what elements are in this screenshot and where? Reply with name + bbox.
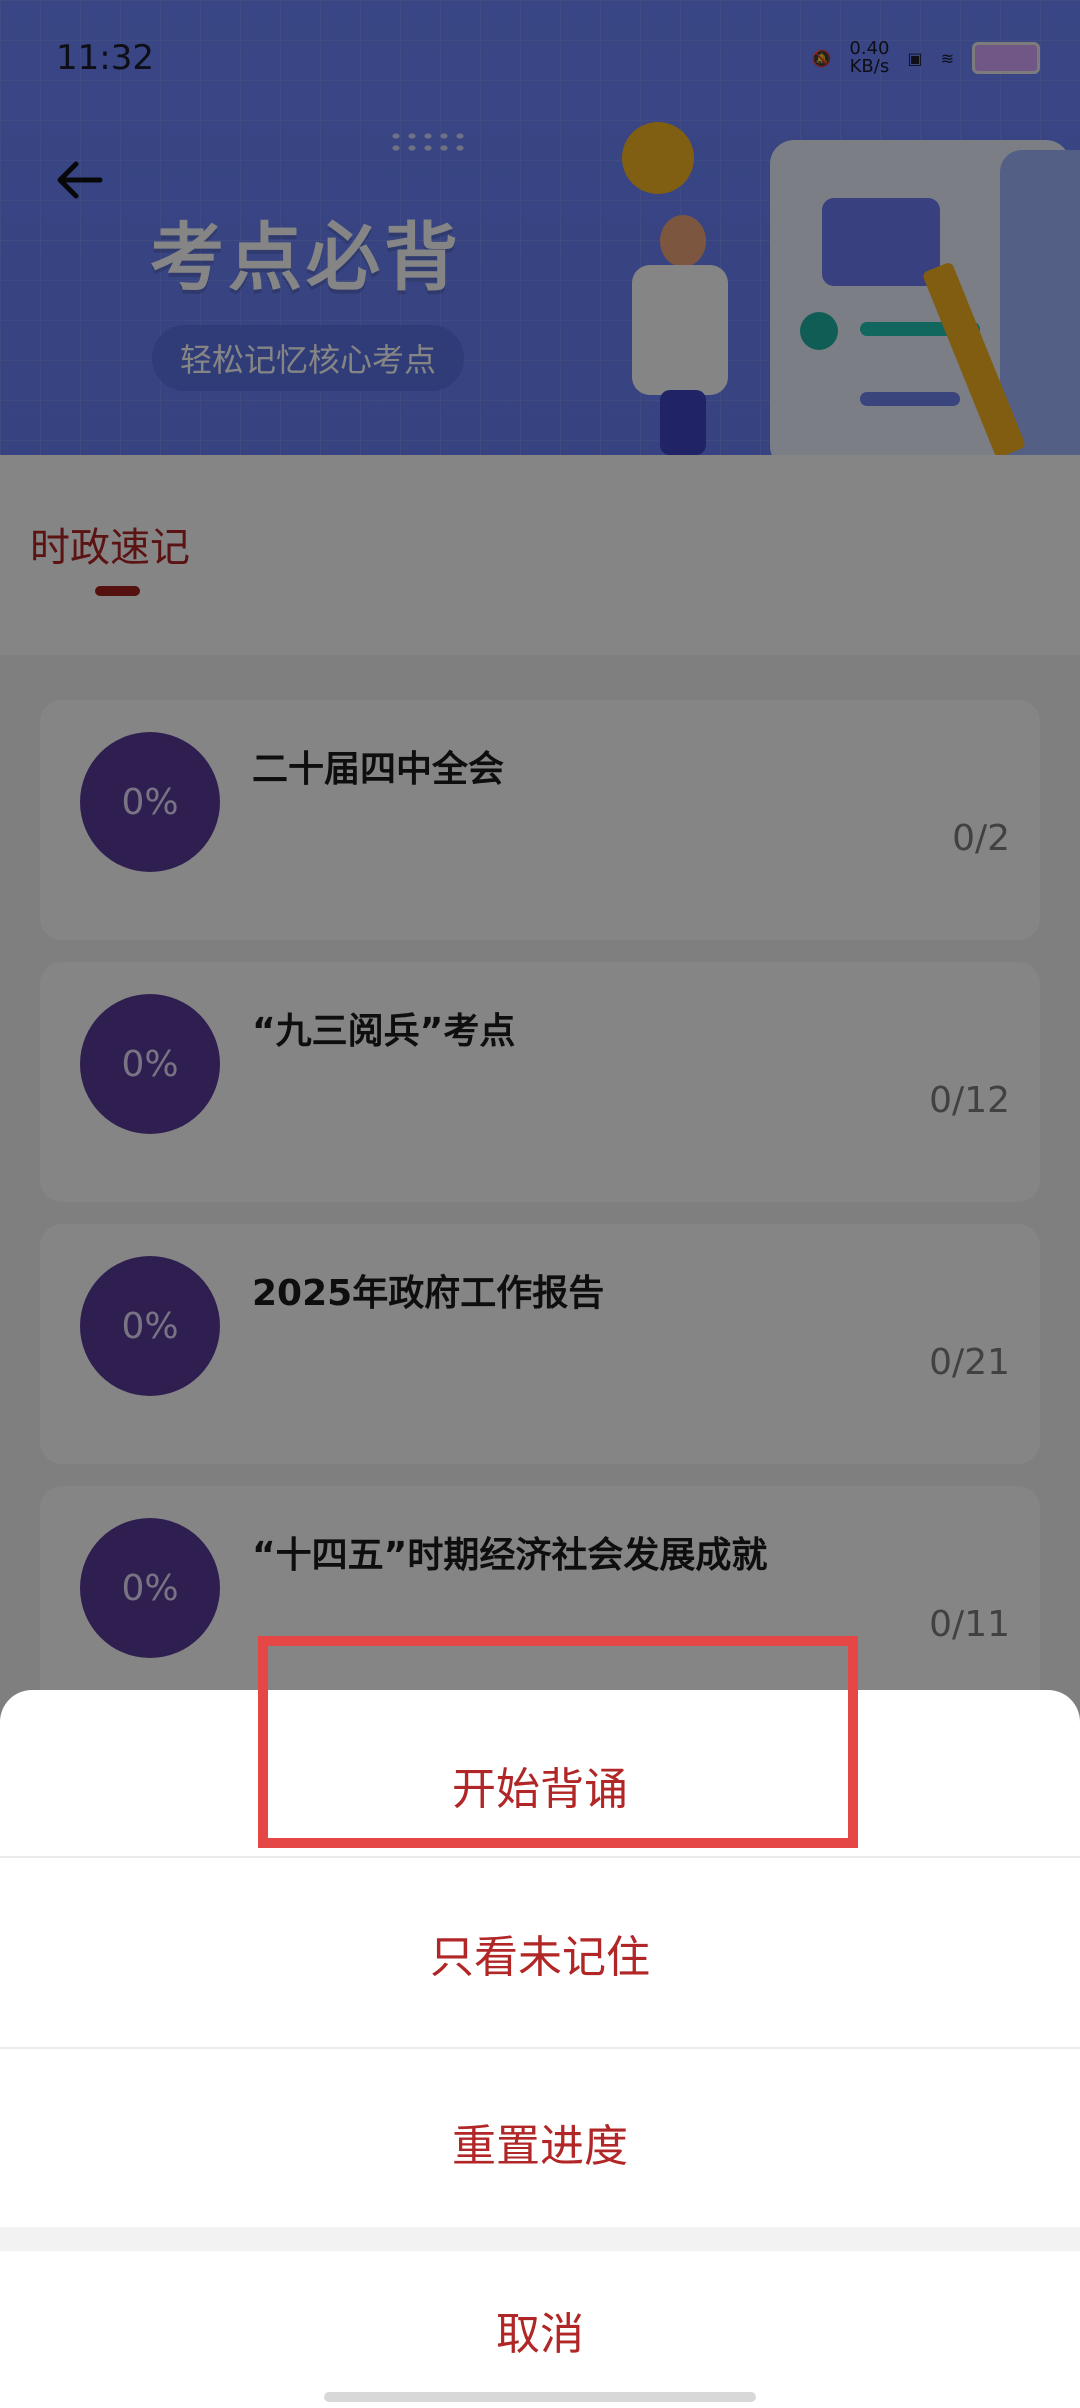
home-indicator [324,2392,756,2402]
highlight-box [258,1636,858,1848]
reset-progress-button[interactable]: 重置进度 [0,2047,1080,2237]
show-unremembered-button[interactable]: 只看未记住 [0,1858,1080,2048]
sheet-gap [0,2227,1080,2251]
cancel-button[interactable]: 取消 [0,2251,1080,2408]
